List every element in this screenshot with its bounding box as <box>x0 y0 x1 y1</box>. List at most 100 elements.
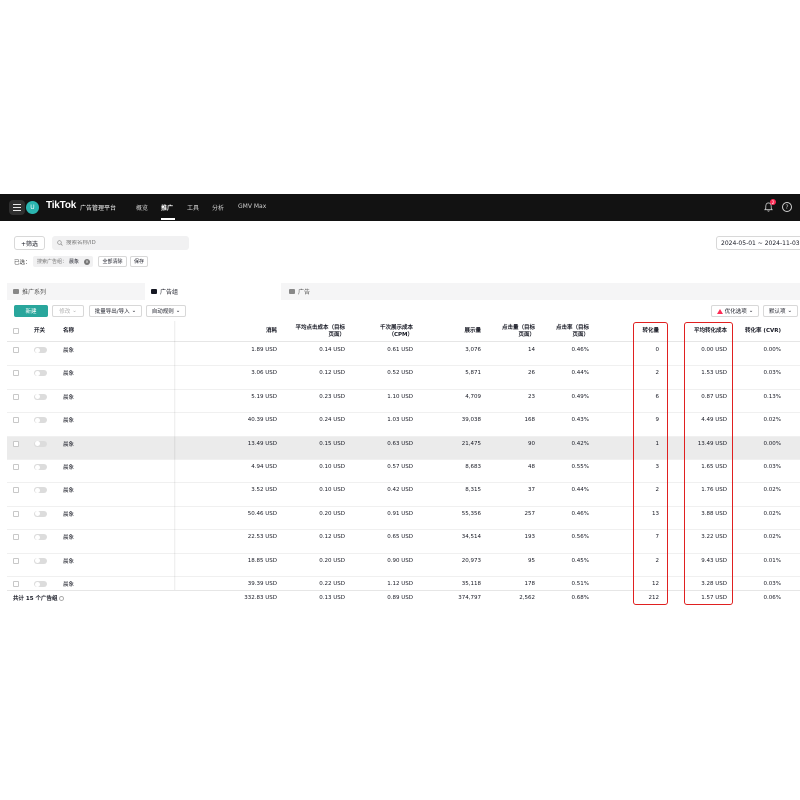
row-checkbox[interactable] <box>13 440 19 447</box>
table-row[interactable]: 晨象 3.06 USD 0.12 USD 0.52 USD 5,871 26 0.44% 2 1… <box>7 366 800 390</box>
table-row[interactable]: 晨象 1.89 USD 0.14 USD 0.61 USD 3,076 14 0.46% 0 0… <box>7 343 800 367</box>
row-checkbox[interactable] <box>13 464 19 470</box>
status-toggle[interactable] <box>34 393 47 400</box>
row-checkbox[interactable] <box>13 510 19 517</box>
row-checkbox[interactable] <box>13 347 19 353</box>
optimize-label: 优化选项 <box>724 309 747 315</box>
status-toggle[interactable] <box>34 417 47 424</box>
status-toggle[interactable] <box>34 557 47 564</box>
cell-cpc: 0.10 USD <box>319 464 345 470</box>
auto-rules-dropdown[interactable]: 自动规则 ⌄ <box>146 305 186 317</box>
bulk-export-import-dropdown[interactable]: 批量导出/导入 ⌄ <box>89 305 142 317</box>
status-toggle[interactable] <box>34 487 47 494</box>
info-icon[interactable] <box>59 595 65 601</box>
tab-adgroups[interactable]: 广告组 <box>145 283 281 300</box>
tab-label: 广告组 <box>160 289 179 296</box>
nav-campaign[interactable]: 推广 <box>161 203 173 212</box>
cell-spend: 18.85 USD <box>247 557 277 564</box>
status-toggle[interactable] <box>34 534 47 541</box>
add-filter-button[interactable]: +筛选 <box>14 236 45 250</box>
columns-dropdown[interactable]: 默认项 ⌄ <box>763 305 798 317</box>
table-row[interactable]: 晨象 4.94 USD 0.10 USD 0.57 USD 8,683 48 0.55% 3 1… <box>7 460 800 484</box>
brand-subtitle: 广告管理平台 <box>80 205 117 212</box>
header-cpa[interactable]: 平均转化成本 <box>679 321 727 342</box>
status-toggle[interactable] <box>34 347 47 353</box>
create-button[interactable]: 新建 <box>14 305 48 317</box>
table-row[interactable]: 晨象 22.53 USD 0.12 USD 0.65 USD 34,514 193 0.56… <box>7 530 800 554</box>
adgroup-name-link[interactable]: 晨象 <box>63 390 143 404</box>
table-row[interactable]: 晨象 5.19 USD 0.23 USD 1.10 USD 4,709 23 0.49% 6 0… <box>7 389 800 414</box>
adgroup-name-link[interactable]: 晨象 <box>63 554 143 568</box>
cell-cpa: 1.65 USD <box>701 464 727 470</box>
adgroup-name-link[interactable]: 晨象 <box>63 460 143 474</box>
edit-dropdown[interactable]: 修改 ⌄ <box>52 305 84 317</box>
selected-filters-label: 已选： <box>14 260 31 266</box>
cell-ctr: 0.45% <box>571 557 589 564</box>
row-checkbox[interactable] <box>13 581 19 587</box>
adgroup-name-link[interactable]: 晨象 <box>63 413 143 427</box>
header-impressions[interactable]: 展示量 <box>437 321 481 342</box>
tab-ads[interactable]: 广告 <box>283 283 419 300</box>
table-row[interactable]: 晨象 40.39 USD 0.24 USD 1.03 USD 39,038 168 0.43… <box>7 413 800 437</box>
status-toggle[interactable] <box>34 464 47 470</box>
adgroup-name-link[interactable]: 晨象 <box>63 437 143 451</box>
table-row[interactable]: 晨象 13.49 USD 0.15 USD 0.63 USD 21,475 90 0.42%… <box>7 436 800 460</box>
cell-cpa: 3.22 USD <box>701 534 727 541</box>
adgroup-name-link[interactable]: 晨象 <box>63 577 143 591</box>
cell-cvr: 0.02% <box>763 510 781 517</box>
nav-gmv-max[interactable]: GMV Max <box>238 203 266 210</box>
cell-cpc: 0.14 USD <box>319 347 345 353</box>
nav-tools[interactable]: 工具 <box>187 203 199 212</box>
row-checkbox[interactable] <box>13 534 19 541</box>
header-spend[interactable]: 消耗 <box>217 321 277 342</box>
header-cpc[interactable]: 平均点击成本（目标页面） <box>291 321 345 342</box>
nav-overview[interactable]: 概览 <box>136 203 148 212</box>
row-checkbox[interactable] <box>13 370 19 377</box>
notification-badge: 2 <box>770 199 776 205</box>
date-range-picker[interactable]: 2024-05-01 ~ 2024-11-03 <box>716 236 800 250</box>
table-row[interactable]: 晨象 3.52 USD 0.10 USD 0.42 USD 8,315 37 0.44% 2 1… <box>7 483 800 507</box>
header-clicks[interactable]: 点击量（目标页面） <box>499 321 535 342</box>
adgroup-name-link[interactable]: 晨象 <box>63 366 143 380</box>
row-checkbox[interactable] <box>13 417 19 424</box>
cell-cvr: 0.02% <box>763 417 781 424</box>
help-icon[interactable]: ? <box>782 202 792 212</box>
header-ctr[interactable]: 点击率（目标页面） <box>551 321 589 342</box>
status-toggle[interactable] <box>34 510 47 517</box>
row-checkbox[interactable] <box>13 393 19 400</box>
filter-chip[interactable]: 搜索广告组： 晨象 × <box>33 256 93 267</box>
adgroup-name-link[interactable]: 晨象 <box>63 507 143 521</box>
menu-icon[interactable] <box>9 200 25 215</box>
rules-label: 自动规则 <box>151 309 174 315</box>
brand-logo[interactable]: TikTok <box>46 200 76 211</box>
cell-spend: 22.53 USD <box>247 534 277 541</box>
cell-ctr: 0.42% <box>571 440 589 447</box>
cell-cpc: 0.24 USD <box>319 417 345 424</box>
search-field[interactable] <box>52 236 189 250</box>
nav-analytics[interactable]: 分析 <box>212 203 224 212</box>
table-row[interactable]: 晨象 50.46 USD 0.20 USD 0.91 USD 55,356 257 0.46… <box>7 506 800 531</box>
status-toggle[interactable] <box>34 440 47 447</box>
row-checkbox[interactable] <box>13 487 19 494</box>
select-all-checkbox[interactable] <box>13 328 19 334</box>
adgroup-name-link[interactable]: 晨象 <box>63 530 143 544</box>
search-input[interactable] <box>66 240 176 246</box>
header-conversions[interactable]: 转化量 <box>627 321 659 342</box>
table-row[interactable]: 晨象 18.85 USD 0.20 USD 0.90 USD 20,973 95 0.45%… <box>7 553 800 577</box>
optimize-options-dropdown[interactable]: 优化选项 ⌄ <box>711 305 759 317</box>
status-toggle[interactable] <box>34 581 47 587</box>
cell-conversions: 2 <box>655 487 660 494</box>
status-toggle[interactable] <box>34 370 47 377</box>
adgroup-name-link[interactable]: 晨象 <box>63 343 143 357</box>
header-cvr[interactable]: 转化率 (CVR) <box>737 321 781 342</box>
avatar[interactable]: U <box>26 201 39 214</box>
close-icon[interactable]: × <box>84 258 91 265</box>
tab-campaigns[interactable]: 推广系列 <box>7 283 143 300</box>
clear-all-button[interactable]: 全部清除 <box>98 256 127 267</box>
cell-spend: 13.49 USD <box>247 440 277 447</box>
row-checkbox[interactable] <box>13 557 19 564</box>
header-name[interactable]: 名称 <box>63 321 123 342</box>
header-cpm[interactable]: 千次展示成本（CPM） <box>365 321 413 342</box>
adgroup-name-link[interactable]: 晨象 <box>63 483 143 497</box>
save-filter-button[interactable]: 保存 <box>130 256 148 267</box>
